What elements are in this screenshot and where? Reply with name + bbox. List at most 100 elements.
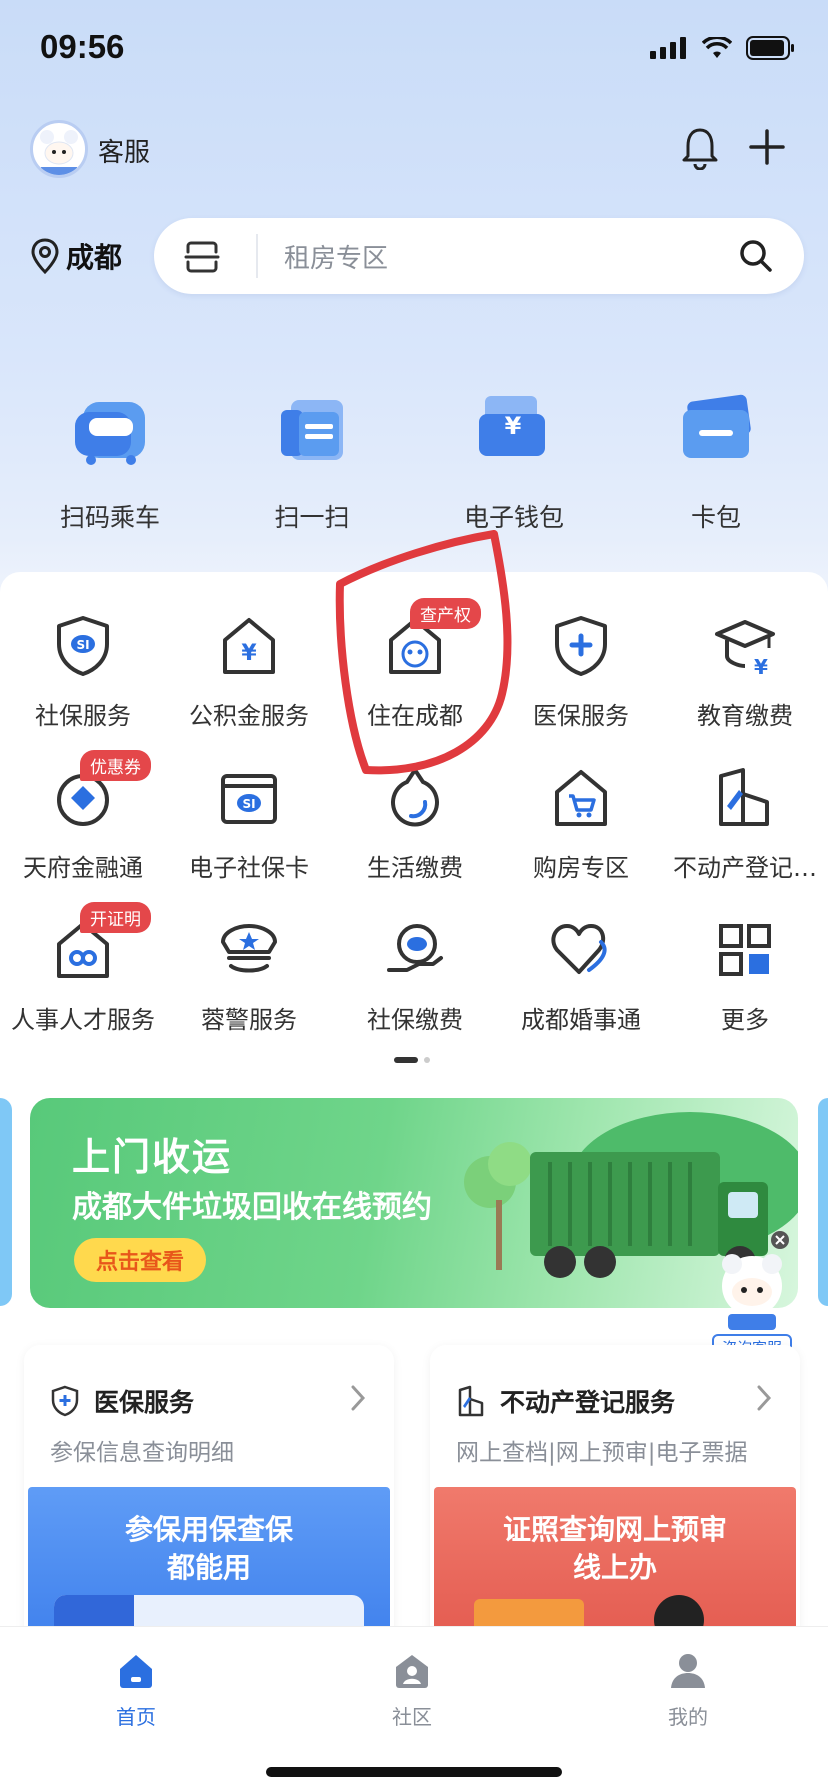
tab-label: 社区: [392, 1705, 432, 1729]
bell-icon[interactable]: [680, 126, 720, 170]
svg-text:¥: ¥: [505, 412, 522, 440]
promo-line: 证照查询网上预审: [502, 1513, 727, 1546]
battery-icon: [746, 36, 794, 60]
quick-action-wallet[interactable]: ¥ 电子钱包: [449, 388, 579, 534]
svg-text:¥: ¥: [754, 655, 768, 678]
shield-si-icon: SI: [57, 616, 109, 676]
police-cap-icon: [221, 924, 277, 973]
search-bar[interactable]: 租房专区: [154, 218, 804, 294]
service-label: 天府金融通: [23, 854, 143, 882]
page-indicator: [394, 1057, 430, 1063]
quick-action-label: 卡包: [690, 503, 741, 532]
home-indicator: [266, 1767, 562, 1777]
status-indicators: [650, 36, 796, 60]
community-icon: [396, 1655, 428, 1688]
quick-action-cardpack[interactable]: 卡包: [651, 388, 781, 534]
service-e-social-card[interactable]: SI 电子社保卡: [166, 766, 332, 883]
service-education-fee[interactable]: ¥ 教育缴费: [662, 614, 828, 731]
service-social-security-payment[interactable]: 社保缴费: [332, 918, 498, 1035]
building-pen-icon: [719, 768, 769, 826]
service-label: 人事人才服务: [11, 1006, 155, 1034]
plus-icon[interactable]: [748, 128, 786, 166]
service-police[interactable]: 蓉警服务: [166, 918, 332, 1035]
search-placeholder[interactable]: 租房专区: [284, 238, 388, 275]
svg-text:SI: SI: [242, 797, 255, 811]
service-label: 不动产登记…: [673, 854, 817, 882]
card-real-estate[interactable]: 不动产登记服务 网上查档|网上预审|电子票据 证照查询网上预审 线上办: [430, 1345, 800, 1645]
chevron-right-icon[interactable]: [754, 1383, 774, 1413]
consult-service-fab[interactable]: 咨询客服: [712, 1228, 792, 1361]
banner-title: 上门收运: [72, 1135, 233, 1179]
card-header: 不动产登记服务: [456, 1383, 675, 1419]
card-promo[interactable]: 证照查询网上预审 线上办: [434, 1487, 796, 1645]
service-hr-talent[interactable]: 人事人才服务: [0, 918, 166, 1035]
scan-icon: [281, 400, 343, 460]
tab-label: 首页: [116, 1705, 156, 1729]
wallet-icon: ¥: [479, 396, 545, 456]
badge-certificate: 开证明: [80, 902, 151, 933]
si-card-icon: SI: [221, 774, 277, 824]
card-title: 不动产登记服务: [500, 1388, 676, 1417]
carousel-next-peek[interactable]: [818, 1098, 828, 1306]
service-label: 生活缴费: [367, 854, 463, 882]
chevron-right-icon[interactable]: [348, 1383, 368, 1413]
card-title: 医保服务: [94, 1388, 195, 1417]
avatar[interactable]: [30, 120, 88, 178]
user-icon: [671, 1654, 705, 1688]
search-divider: [256, 234, 258, 278]
quick-action-bus[interactable]: 扫码乘车: [45, 388, 175, 534]
hand-si-icon: [387, 924, 443, 972]
card-header: 医保服务: [50, 1383, 194, 1419]
service-label: 社保服务: [35, 702, 131, 730]
home-icon: [120, 1655, 152, 1688]
service-label: 蓉警服务: [201, 1006, 297, 1034]
tab-community[interactable]: 社区: [352, 1651, 472, 1730]
promo-line: 线上办: [572, 1551, 657, 1584]
banner-button[interactable]: 点击查看: [74, 1238, 207, 1282]
wifi-icon: [702, 37, 732, 58]
annotation-circle: [335, 530, 512, 775]
location-selector[interactable]: 成都: [30, 236, 122, 276]
bus-icon: [75, 402, 145, 465]
promo-line: 参保用保查保: [124, 1513, 293, 1546]
customer-service-label[interactable]: 客服: [98, 132, 150, 169]
service-label: 公积金服务: [189, 702, 309, 730]
service-label: 购房专区: [533, 854, 629, 882]
service-social-security[interactable]: SI 社保服务: [0, 614, 166, 731]
svg-text:¥: ¥: [241, 641, 257, 666]
promo-banner[interactable]: 上门收运 成都大件垃圾回收在线预约 点击查看: [30, 1098, 798, 1308]
tab-label: 我的: [668, 1705, 708, 1729]
building-pen-icon: [458, 1385, 484, 1417]
city-label: 成都: [66, 241, 123, 274]
tab-bar: 首页 社区 我的: [0, 1626, 828, 1792]
quick-action-scan[interactable]: 扫一扫: [247, 388, 377, 534]
service-label: 更多: [721, 1006, 769, 1034]
search-icon[interactable]: [738, 238, 774, 274]
signal-icon: [650, 37, 686, 59]
shield-plus-icon: [51, 1385, 79, 1417]
carousel-prev-peek[interactable]: [0, 1098, 12, 1306]
card-promo[interactable]: 参保用保查保 都能用: [28, 1487, 390, 1645]
promo-line: 都能用: [166, 1551, 251, 1584]
service-label: 教育缴费: [697, 702, 793, 730]
graduation-cap-icon: ¥: [715, 620, 775, 679]
service-label: 电子社保卡: [189, 854, 309, 882]
service-real-estate-registration[interactable]: 不动产登记…: [662, 766, 828, 883]
mascot-icon: [722, 1231, 789, 1330]
service-label: 成都婚事通: [521, 1006, 641, 1034]
svg-text:SI: SI: [76, 638, 89, 652]
scan-code-icon[interactable]: [184, 240, 220, 274]
service-marriage[interactable]: 成都婚事通: [498, 918, 664, 1035]
service-more[interactable]: 更多: [662, 918, 828, 1035]
service-label: 社保缴费: [367, 1006, 463, 1034]
service-housing-fund[interactable]: ¥ 公积金服务: [166, 614, 332, 731]
tab-home[interactable]: 首页: [76, 1651, 196, 1730]
card-subtitle: 网上查档|网上预审|电子票据: [456, 1440, 748, 1466]
card-medical-insurance[interactable]: 医保服务 参保信息查询明细 参保用保查保 都能用: [24, 1345, 394, 1645]
location-pin-icon: [31, 238, 59, 274]
tab-mine[interactable]: 我的: [628, 1651, 748, 1730]
badge-coupon: 优惠券: [80, 750, 151, 781]
heart-icon: [551, 924, 607, 974]
house-cart-icon: [555, 770, 607, 826]
service-tianfu-finance[interactable]: 天府金融通: [0, 766, 166, 883]
